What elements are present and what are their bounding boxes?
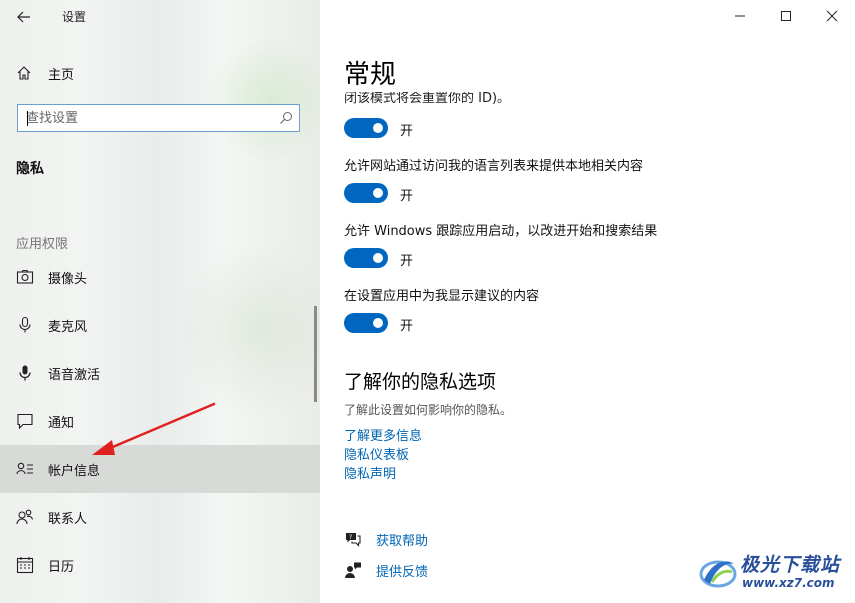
feedback-label: 提供反馈 [376, 565, 429, 580]
get-help-icon: ? [346, 533, 361, 547]
feedback-icon [345, 562, 361, 578]
toggle-knob [373, 123, 383, 133]
privacy-options-description: 了解此设置如何影响你的隐私。 [344, 403, 513, 417]
camera-icon [16, 269, 34, 284]
setting-label-suggested-content: 在设置应用中为我显示建议的内容 [344, 289, 540, 304]
minimize-button[interactable] [717, 0, 763, 32]
get-help-link[interactable]: ? 获取帮助 [344, 528, 544, 550]
sidebar-scrollbar[interactable] [314, 306, 317, 402]
sidebar-item-home[interactable]: 主页 [0, 58, 320, 88]
notification-icon [17, 413, 33, 430]
voice-activation-icon [19, 365, 31, 381]
home-icon [17, 66, 31, 80]
toggle-knob [373, 188, 383, 198]
toggle-track-app-launches[interactable] [344, 248, 388, 268]
sidebar-item-voice-activation[interactable]: 语音激活 [0, 349, 320, 397]
clipped-description-text: 闭该模式将会重置你的 ID)。 [344, 92, 511, 106]
sidebar-item-label: 摄像头 [48, 272, 88, 287]
sidebar-item-label: 语音激活 [48, 368, 101, 383]
svg-text:?: ? [349, 534, 352, 541]
toggle-state-label: 开 [400, 124, 414, 139]
close-icon [826, 10, 838, 22]
window-title: 设置 [62, 10, 87, 24]
feedback-link[interactable]: 提供反馈 [344, 559, 544, 581]
maximize-button[interactable] [763, 0, 809, 32]
search-input[interactable] [26, 108, 266, 128]
minimize-icon [735, 15, 745, 17]
contacts-icon [16, 509, 34, 525]
setting-label-track-app-launches: 允许 Windows 跟踪应用启动，以改进开始和搜索结果 [344, 224, 658, 239]
back-arrow-icon [17, 11, 30, 23]
sidebar-item-microphone[interactable]: 麦克风 [0, 301, 320, 349]
sidebar-item-contacts[interactable]: 联系人 [0, 493, 320, 541]
toggle-advertising-id[interactable] [344, 118, 388, 138]
sidebar-item-account-info[interactable]: 帐户信息 [0, 445, 320, 493]
sidebar-item-label: 麦克风 [48, 320, 88, 335]
toggle-knob [373, 318, 383, 328]
toggle-state-label: 开 [400, 254, 414, 269]
sidebar-item-label: 帐户信息 [48, 464, 101, 479]
search-box[interactable] [17, 104, 300, 132]
back-button[interactable] [8, 2, 40, 32]
watermark-url: www.xz7.com [742, 576, 835, 590]
maximize-icon [781, 11, 791, 21]
privacy-options-title: 了解你的隐私选项 [344, 371, 497, 393]
sidebar-item-label: 日历 [48, 560, 75, 575]
watermark: 极光下载站 www.xz7.com [698, 548, 848, 598]
privacy-dashboard-link[interactable]: 隐私仪表板 [344, 444, 409, 463]
text-caret [27, 111, 28, 126]
toggle-state-label: 开 [400, 189, 414, 204]
section-header-app-permissions: 应用权限 [16, 237, 69, 252]
home-label: 主页 [48, 68, 75, 83]
sidebar-item-notification[interactable]: 通知 [0, 397, 320, 445]
privacy-statement-link[interactable]: 隐私声明 [344, 463, 396, 482]
clipped-description: 闭该模式将会重置你的 ID)。 [344, 92, 774, 108]
toggle-suggested-content[interactable] [344, 313, 388, 333]
toggle-state-label: 开 [400, 319, 414, 334]
account-info-icon [16, 462, 33, 475]
toggle-website-language[interactable] [344, 183, 388, 203]
sidebar-item-camera[interactable]: 摄像头 [0, 253, 320, 301]
toggle-knob [373, 253, 383, 263]
sidebar-item-calendar[interactable]: 日历 [0, 541, 320, 589]
category-title: 隐私 [16, 161, 44, 177]
close-button[interactable] [809, 0, 855, 32]
sidebar: 设置 主页 隐私 应用权限 摄像头 [0, 0, 320, 603]
setting-label-website-language: 允许网站通过访问我的语言列表来提供本地相关内容 [344, 159, 644, 174]
microphone-icon [19, 316, 31, 333]
watermark-logo-icon [699, 560, 737, 588]
sidebar-item-label: 通知 [48, 416, 75, 431]
sidebar-item-label: 联系人 [48, 512, 88, 527]
calendar-icon [16, 557, 34, 574]
learn-more-link[interactable]: 了解更多信息 [344, 425, 422, 444]
page-title: 常规 [344, 60, 397, 90]
watermark-name: 极光下载站 [740, 554, 841, 576]
search-icon[interactable] [279, 111, 293, 125]
get-help-label: 获取帮助 [376, 534, 429, 549]
